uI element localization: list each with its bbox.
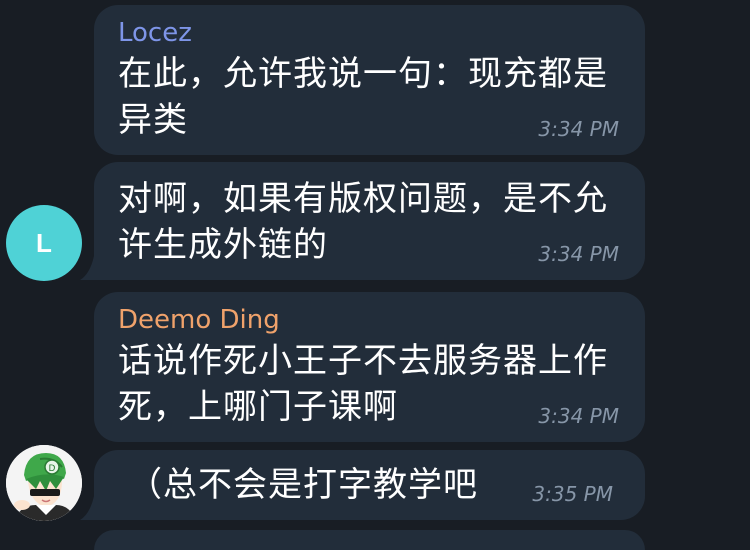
bubble-tail	[80, 496, 102, 520]
message-time: 3:34 PM	[538, 117, 619, 141]
message-time: 3:34 PM	[538, 404, 619, 428]
svg-text:D: D	[49, 464, 56, 474]
avatar-image[interactable]: D	[6, 445, 82, 521]
message-bubble[interactable]: Locez 在此，允许我说一句：现充都是异类 3:34 PM	[94, 5, 645, 155]
sender-name[interactable]: Deemo Ding	[118, 304, 621, 336]
message-bubble[interactable]: Deemo Ding 话说作死小王子不去服务器上作死，上哪门子课啊 3:34 P…	[94, 292, 645, 442]
message-bubble-partial	[94, 530, 645, 550]
bubble-tail	[80, 256, 102, 280]
sender-name[interactable]: Locez	[118, 17, 621, 49]
message-bubble[interactable]: （总不会是打字教学吧 3:35 PM	[94, 450, 645, 520]
avatar[interactable]: L	[6, 205, 82, 281]
anime-character-avatar-icon: D	[6, 445, 82, 521]
message-bubble[interactable]: 对啊，如果有版权问题，是不允许生成外链的 3:34 PM	[94, 162, 645, 280]
avatar-letter: L	[36, 227, 52, 258]
message-time: 3:35 PM	[532, 482, 613, 506]
message-time: 3:34 PM	[538, 242, 619, 266]
